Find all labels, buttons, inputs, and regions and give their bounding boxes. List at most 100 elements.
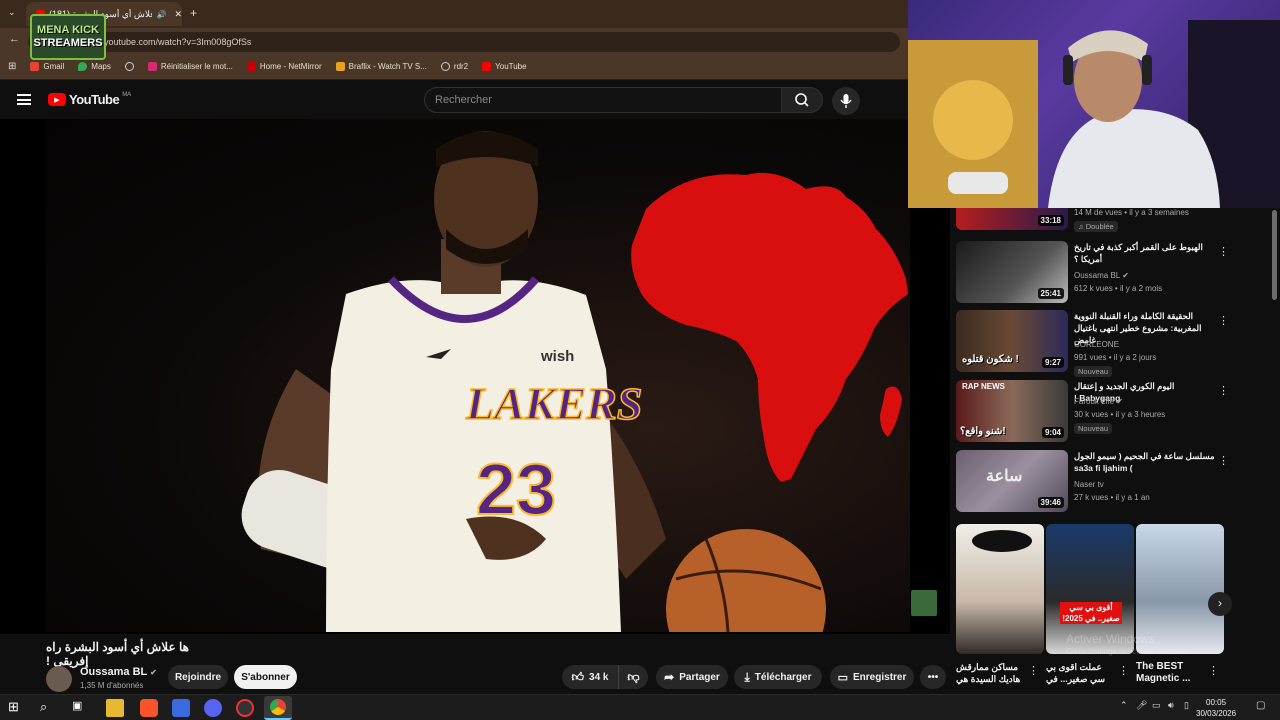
verified-check-icon: ✔ bbox=[1116, 397, 1123, 406]
verified-check-icon: ✔ bbox=[1122, 271, 1129, 280]
dislike-button[interactable]: 👎︎ bbox=[618, 665, 648, 689]
bookmark-icon: ▭ bbox=[837, 671, 849, 684]
new-tab-icon[interactable]: + bbox=[190, 6, 197, 20]
bookmark-globe[interactable] bbox=[124, 62, 134, 71]
hamburger-menu-icon[interactable] bbox=[17, 94, 31, 105]
short-thumbnail[interactable] bbox=[956, 524, 1044, 654]
recommendation-item[interactable]: ساعة 39:46 مسلسل ساعة في الجحيم ( سيمو ا… bbox=[956, 450, 1229, 512]
microphone-icon[interactable]: 🎤︎ bbox=[1136, 700, 1147, 711]
channel-watermark-avatar[interactable] bbox=[911, 590, 937, 616]
channel-name[interactable]: Oussama BL ✔ bbox=[80, 666, 157, 678]
more-vertical-icon[interactable]: ⋮ bbox=[1208, 664, 1219, 677]
youtube-icon bbox=[482, 62, 492, 71]
bookmark-maps[interactable]: Maps bbox=[78, 62, 111, 71]
tray-chevron-icon[interactable]: ⌃ bbox=[1120, 700, 1128, 711]
apps-grid-icon[interactable]: ⊞ bbox=[8, 61, 16, 72]
video-thumbnail[interactable]: ساعة 39:46 bbox=[956, 450, 1068, 512]
africa-map bbox=[631, 172, 908, 482]
download-icon: ⤓ bbox=[744, 669, 750, 684]
chrome-taskbar-button[interactable] bbox=[264, 696, 292, 720]
video-thumbnail[interactable]: 25:41 bbox=[956, 241, 1068, 303]
more-vertical-icon[interactable]: ⋮ bbox=[1218, 384, 1229, 397]
streamer-webcam bbox=[908, 0, 1280, 208]
task-view-icon[interactable]: ▣ bbox=[72, 699, 90, 717]
youtube-play-logo-icon: ▶ bbox=[48, 93, 66, 106]
new-badge: Nouveau bbox=[1074, 366, 1113, 377]
video-thumbnail[interactable]: RAP NEWS شنو واقع؟! 9:04 bbox=[956, 380, 1068, 442]
youtube-logo[interactable]: ▶ YouTube MA bbox=[48, 92, 131, 107]
video-thumbnail[interactable]: 33:18 bbox=[956, 208, 1068, 230]
windows-activation-watermark: Activer Windows bbox=[1066, 632, 1155, 646]
verified-check-icon: ✔ bbox=[150, 668, 157, 677]
bookmark-netmirror[interactable]: Home - NetMirror bbox=[246, 62, 322, 71]
recommendation-item[interactable]: شكون قتلوه ! 9:27 الحقيقة الكاملة وراء ا… bbox=[956, 310, 1229, 377]
discord-icon[interactable] bbox=[204, 699, 222, 717]
windows-start-icon[interactable]: ⊞ bbox=[8, 699, 26, 717]
more-vertical-icon[interactable]: ⋮ bbox=[1028, 664, 1039, 677]
maps-pin-icon bbox=[78, 62, 88, 71]
subscribe-button[interactable]: S'abonner bbox=[234, 665, 297, 689]
like-button[interactable]: 👍︎ 34 k bbox=[562, 665, 618, 689]
save-button[interactable]: ▭ Enregistrer bbox=[830, 665, 914, 689]
netmirror-icon bbox=[246, 62, 256, 71]
bookmark-youtube[interactable]: YouTube bbox=[482, 62, 527, 71]
chevron-right-icon: › bbox=[1218, 596, 1222, 610]
video-frame[interactable]: LAKERS 23 wish bbox=[46, 119, 910, 634]
chrome-icon bbox=[270, 699, 286, 715]
video-thumbnail[interactable]: شكون قتلوه ! 9:27 bbox=[956, 310, 1068, 372]
bookmark-gmail[interactable]: Gmail bbox=[30, 62, 64, 71]
channel-avatar[interactable] bbox=[46, 666, 72, 692]
recommendation-item[interactable]: 25:41 الهبوط على القمر أكبر كذبة في تاري… bbox=[956, 241, 1229, 303]
search-icon[interactable]: ⌕ bbox=[40, 699, 58, 717]
volume-icon[interactable]: 🔊︎ bbox=[1168, 700, 1174, 711]
more-vertical-icon[interactable]: ⋮ bbox=[1218, 245, 1229, 258]
bookmarks-bar: ⊞ Gmail Maps Réinitialiser le mot... Hom… bbox=[0, 54, 908, 80]
search-input[interactable]: Rechercher bbox=[424, 87, 782, 113]
network-icon[interactable]: ▭ bbox=[1152, 700, 1161, 711]
more-vertical-icon[interactable]: ⋮ bbox=[1118, 664, 1129, 677]
recommendation-item[interactable]: RAP NEWS شنو واقع؟! 9:04 اليوم الكوري ال… bbox=[956, 380, 1229, 442]
share-button[interactable]: ➦ Partager bbox=[656, 665, 728, 689]
join-button[interactable]: Rejoindre bbox=[168, 665, 228, 689]
tab-close-icon[interactable]: ✕ bbox=[174, 9, 182, 20]
jersey-sponsor-text: wish bbox=[540, 348, 574, 365]
headset bbox=[1063, 55, 1073, 85]
back-arrow-icon[interactable]: ← bbox=[9, 33, 20, 45]
globe-icon bbox=[440, 62, 450, 71]
microphone-icon bbox=[840, 94, 852, 108]
notifications-icon[interactable]: ▢ bbox=[1256, 700, 1265, 711]
globe-icon bbox=[124, 62, 134, 71]
bookmark-braflix[interactable]: Braflix - Watch TV S... bbox=[335, 62, 427, 71]
bookmark-instagram[interactable]: Réinitialiser le mot... bbox=[147, 62, 233, 71]
search-button[interactable] bbox=[781, 87, 823, 113]
thumbs-down-icon: 👎︎ bbox=[627, 669, 640, 684]
system-clock[interactable]: 00:05 30/03/2026 bbox=[1196, 697, 1236, 719]
download-button[interactable]: ⤓ Télécharger bbox=[734, 665, 822, 689]
tab-list-chevron-icon[interactable]: ⌄ bbox=[8, 7, 16, 18]
mena-kick-streamers-badge: MENA KICK STREAMERS bbox=[30, 14, 106, 60]
sidebar-scrollbar[interactable] bbox=[1272, 210, 1277, 300]
video-player[interactable]: LAKERS 23 wish bbox=[0, 119, 950, 634]
store-icon[interactable] bbox=[172, 699, 190, 717]
dubbed-icon: ♫ bbox=[1078, 222, 1086, 231]
bookmark-rdr2[interactable]: rdr2 bbox=[440, 62, 468, 71]
battery-icon[interactable]: ▯ bbox=[1184, 700, 1189, 711]
file-explorer-icon[interactable] bbox=[106, 699, 124, 717]
brave-browser-icon[interactable] bbox=[140, 699, 158, 717]
shorts-next-button[interactable]: › bbox=[1208, 592, 1232, 616]
madagascar bbox=[880, 386, 902, 437]
url-input[interactable]: youtube.com/watch?v=3Im008gOfSs bbox=[28, 32, 900, 52]
windows-activation-hint: Go to Settings to activate Windows. bbox=[1066, 647, 1193, 656]
youtube-header: ▶ YouTube MA Rechercher bbox=[0, 81, 908, 119]
more-vertical-icon[interactable]: ⋮ bbox=[1218, 454, 1229, 467]
video-thumbnail-art: LAKERS 23 wish bbox=[241, 131, 908, 634]
video-title: ها علاش أي أسود البشرة راه إفريقي ! bbox=[46, 640, 189, 668]
more-vertical-icon[interactable]: ⋮ bbox=[1218, 314, 1229, 327]
obs-icon[interactable] bbox=[236, 699, 254, 717]
voice-search-button[interactable] bbox=[832, 87, 860, 115]
tab-audio-icon[interactable]: 🔊 bbox=[156, 10, 166, 19]
recommendation-item[interactable]: 33:18 14 M de vues • il y a 3 semaines ♫… bbox=[956, 208, 1226, 232]
jersey-team-text: LAKERS bbox=[465, 378, 642, 429]
gmail-icon bbox=[30, 62, 40, 71]
more-actions-button[interactable]: ••• bbox=[920, 665, 946, 689]
